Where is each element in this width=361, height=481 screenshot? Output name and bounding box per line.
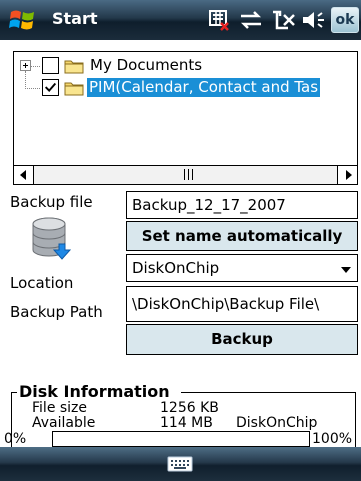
- location-label: Location: [10, 274, 74, 292]
- volume-icon[interactable]: [300, 8, 328, 32]
- folder-icon: [64, 82, 84, 96]
- windows-flag-icon[interactable]: [8, 7, 38, 33]
- folder-icon: [64, 60, 84, 74]
- title-bar: Start ok: [0, 0, 361, 40]
- available-label: Available: [32, 415, 96, 431]
- database-backup-icon: [32, 217, 72, 260]
- backup-file-label: Backup file: [10, 193, 93, 211]
- scroll-right-button[interactable]: [337, 166, 357, 184]
- horizontal-scrollbar[interactable]: [14, 165, 357, 184]
- expand-toggle[interactable]: [20, 60, 31, 71]
- connectivity-icon[interactable]: [238, 8, 264, 32]
- location-dropdown[interactable]: DiskOnChip: [126, 254, 358, 282]
- memory-card-icon[interactable]: [207, 8, 231, 32]
- backup-path-input[interactable]: \DiskOnChip\Backup File\: [126, 286, 358, 322]
- left-arrow-icon: [20, 170, 26, 180]
- available-location: DiskOnChip: [236, 415, 318, 431]
- backup-button[interactable]: Backup: [126, 324, 358, 355]
- scroll-left-button[interactable]: [14, 166, 34, 184]
- checkbox-my-documents[interactable]: [42, 57, 59, 74]
- progress-min-label: 0%: [4, 431, 27, 447]
- file-size-value: 1256 KB: [160, 400, 219, 416]
- right-arrow-icon: [346, 170, 352, 180]
- progress-max-label: 100%: [312, 431, 353, 447]
- ok-button[interactable]: ok: [331, 7, 359, 33]
- file-size-label: File size: [32, 400, 88, 416]
- backup-progress-bar: [52, 431, 310, 447]
- start-menu-label[interactable]: Start: [52, 9, 98, 28]
- tree-item-label: My Documents: [90, 56, 203, 74]
- disk-information-title: Disk Information: [18, 382, 171, 401]
- tree-item-label: PIM(Calendar, Contact and Tas: [87, 78, 321, 97]
- set-name-automatically-button[interactable]: Set name automatically: [126, 221, 358, 251]
- backup-items-tree[interactable]: My Documents PIM(Calendar, Contact and T…: [13, 51, 358, 185]
- softkey-bar: [0, 447, 361, 481]
- available-value: 114 MB: [160, 415, 213, 431]
- backup-path-label: Backup Path: [10, 303, 103, 321]
- keyboard-icon[interactable]: [167, 456, 193, 472]
- location-selected-value: DiskOnChip: [132, 259, 220, 277]
- checkbox-pim-checked[interactable]: [42, 79, 59, 96]
- chevron-down-icon: [341, 267, 351, 273]
- tree-item-pim[interactable]: PIM(Calendar, Contact and Tas: [14, 77, 357, 99]
- scroll-thumb[interactable]: [184, 169, 193, 180]
- phone-antenna-icon[interactable]: [270, 8, 298, 32]
- backup-file-input[interactable]: Backup_12_17_2007: [126, 191, 358, 219]
- tree-item-my-documents[interactable]: My Documents: [14, 55, 357, 77]
